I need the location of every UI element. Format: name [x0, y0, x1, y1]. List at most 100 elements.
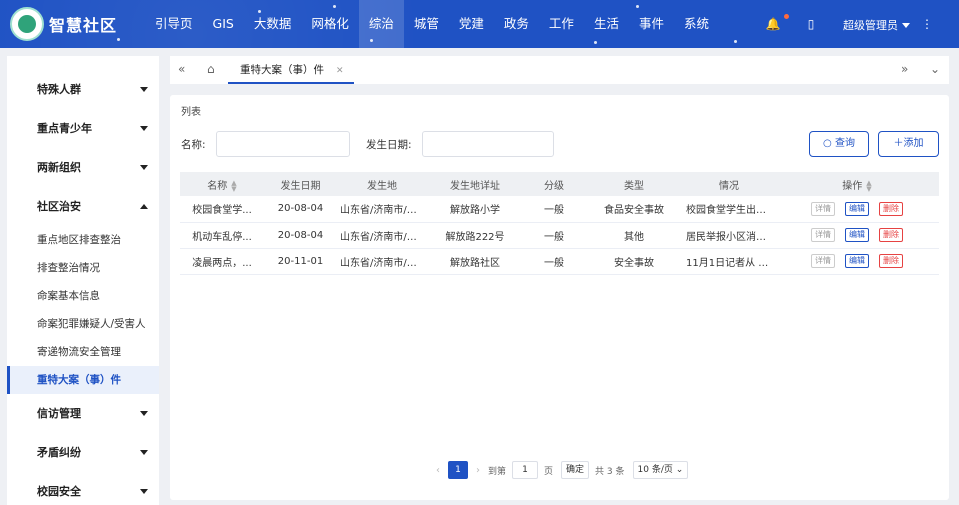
sort-icon[interactable]: ▲ ▼ [866, 179, 871, 192]
chevron-down-icon [140, 489, 148, 494]
goto-confirm-button[interactable]: 确定 [561, 461, 590, 479]
column-header-label: 类型 [624, 180, 644, 192]
bell-icon[interactable]: 🔔 [765, 16, 781, 32]
nav-item-7[interactable]: 政务 [494, 0, 539, 48]
search-button[interactable]: ○ 查询 [809, 131, 869, 157]
section-title: 列表 [181, 107, 201, 118]
goto-label: 到第 [488, 466, 507, 477]
decor-sparkle [370, 39, 373, 42]
sidebar-group-bottom-1[interactable]: 矛盾纠纷 [7, 433, 159, 472]
main-content: 列表 名称: 发生日期: ○ 查询 ＋添加 名称 ▲ ▼ 发生日期 发生地 发生地详址 分级… [170, 95, 949, 500]
chevron-down-icon[interactable]: ⌄ [930, 62, 940, 76]
sidebar-item-1[interactable]: 排查整治情况 [7, 254, 159, 282]
nav-item-2[interactable]: 大数据 [244, 0, 302, 48]
plus-icon: ＋ [893, 138, 904, 149]
table-header: 名称 ▲ ▼ 发生日期 发生地 发生地详址 分级 类型 情况 操作 ▲ ▼ [180, 172, 939, 196]
prev-page-icon[interactable]: ‹ [436, 465, 440, 476]
sidebar-item-4[interactable]: 寄递物流安全管理 [7, 338, 159, 366]
tab-label: 重特大案（事）件 [240, 64, 324, 76]
column-header-3: 发生地详址 [427, 172, 523, 196]
next-page-icon[interactable]: › [476, 465, 480, 476]
collapse-left-icon[interactable]: « [178, 62, 185, 76]
cell-address: 解放路社区 [427, 248, 523, 275]
nav-item-5[interactable]: 城管 [404, 0, 449, 48]
column-header-label: 名称 [207, 180, 228, 192]
cell-date: 20-08-04 [264, 222, 337, 249]
detail-button[interactable]: 详情 [811, 254, 835, 268]
detail-button[interactable]: 详情 [811, 201, 835, 216]
sidebar-group-label: 重点青少年 [37, 122, 92, 135]
cell-place: 山东省/济南市/历... [337, 196, 427, 223]
chevron-down-icon [140, 87, 148, 92]
nav-item-1[interactable]: GIS [203, 0, 244, 48]
goto-page-input[interactable]: 1 [512, 461, 539, 479]
sidebar-group-bottom-0[interactable]: 信访管理 [7, 394, 159, 433]
more-icon[interactable]: ⋮ [919, 16, 935, 32]
sort-icon[interactable]: ▲ ▼ [231, 179, 236, 192]
nav-item-6[interactable]: 党建 [449, 0, 494, 48]
notification-dot [784, 14, 789, 19]
sidebar-item-3[interactable]: 命案犯罪嫌疑人/受害人 [7, 310, 159, 338]
cell-situation: 居民举报小区消防... [683, 222, 775, 249]
tabs-bar: « ⌂ 重特大案（事）件 ✕ » ⌄ [170, 56, 949, 84]
sidebar-item-5[interactable]: 重特大案（事）件 [7, 366, 159, 394]
page-size-select[interactable]: 10 条/页 ⌄ [632, 461, 689, 479]
page-current[interactable]: 1 [448, 461, 468, 479]
decor-sparkle [734, 40, 737, 43]
sidebar-top-spacer [7, 56, 159, 70]
nav-item-3[interactable]: 网格化 [301, 0, 359, 48]
nav-item-11[interactable]: 系统 [674, 0, 719, 48]
detail-button[interactable]: 详情 [811, 228, 835, 242]
delete-button[interactable]: 删除 [879, 201, 903, 216]
cell-date: 20-11-01 [264, 248, 337, 275]
tab-current[interactable]: 重特大案（事）件 ✕ [228, 56, 354, 84]
cell-level: 一般 [523, 248, 585, 275]
home-icon[interactable]: ⌂ [207, 62, 215, 76]
sidebar-item-0[interactable]: 重点地区排查整治 [7, 226, 159, 254]
add-button[interactable]: ＋添加 [878, 131, 939, 157]
column-header-0: 名称 ▲ ▼ [180, 172, 264, 196]
sidebar-group-1[interactable]: 重点青少年 [7, 109, 159, 148]
decor-sparkle [258, 10, 261, 13]
nav-item-8[interactable]: 工作 [539, 0, 584, 48]
chevron-up-icon [140, 204, 148, 209]
nav-item-9[interactable]: 生活 [584, 0, 629, 48]
sidebar-item-2[interactable]: 命案基本信息 [7, 282, 159, 310]
column-header-label: 分级 [544, 180, 564, 192]
close-icon[interactable]: ✕ [336, 66, 344, 76]
date-label: 发生日期: [366, 139, 412, 151]
edit-button[interactable]: 编辑 [845, 201, 869, 216]
sidebar-group-label: 信访管理 [37, 407, 81, 420]
sidebar-group-label: 矛盾纠纷 [37, 446, 81, 459]
table-row: 机动车乱停... 20-08-04 山东省/济南市/历... 解放路222号 一般 其他居… [180, 222, 939, 249]
nav-item-4[interactable]: 综治 [358, 0, 404, 48]
sidebar-group-label: 校园安全 [37, 485, 81, 498]
cell-level: 一般 [523, 222, 585, 249]
nav-item-0[interactable]: 引导页 [145, 0, 203, 48]
edit-button[interactable]: 编辑 [845, 228, 869, 242]
phone-icon[interactable]: ▯ [803, 16, 819, 32]
sidebar-group-2[interactable]: 两新组织 [7, 148, 159, 187]
edit-button[interactable]: 编辑 [845, 254, 869, 268]
name-label: 名称: [181, 139, 206, 151]
data-table: 名称 ▲ ▼ 发生日期 发生地 发生地详址 分级 类型 情况 操作 ▲ ▼ 校园食堂学... 20-08… [180, 172, 939, 275]
sidebar-group-open[interactable]: 社区治安 [7, 187, 159, 226]
column-header-1: 发生日期 [264, 172, 337, 196]
user-menu[interactable]: 超级管理员 [843, 17, 910, 33]
delete-button[interactable]: 删除 [879, 254, 903, 268]
sidebar-group-bottom-2[interactable]: 校园安全 [7, 472, 159, 505]
logo [10, 7, 44, 41]
search-button-label: 查询 [834, 138, 855, 149]
column-header-7: 操作 ▲ ▼ [775, 172, 939, 196]
total-count: 共 3 条 [595, 466, 625, 477]
sidebar-group-0[interactable]: 特殊人群 [7, 70, 159, 109]
table-row: 校园食堂学... 20-08-04 山东省/济南市/历... 解放路小学 一般 食品安全事… [180, 196, 939, 223]
date-input[interactable] [422, 131, 554, 157]
name-input[interactable] [216, 131, 350, 157]
sidebar-group-label: 两新组织 [37, 161, 81, 174]
search-icon: ○ [823, 138, 832, 149]
delete-button[interactable]: 删除 [879, 228, 903, 242]
scroll-right-icon[interactable]: » [901, 62, 908, 76]
cell-ops: 详情 编辑 删除 [775, 196, 939, 223]
column-header-label: 发生日期 [280, 180, 321, 192]
